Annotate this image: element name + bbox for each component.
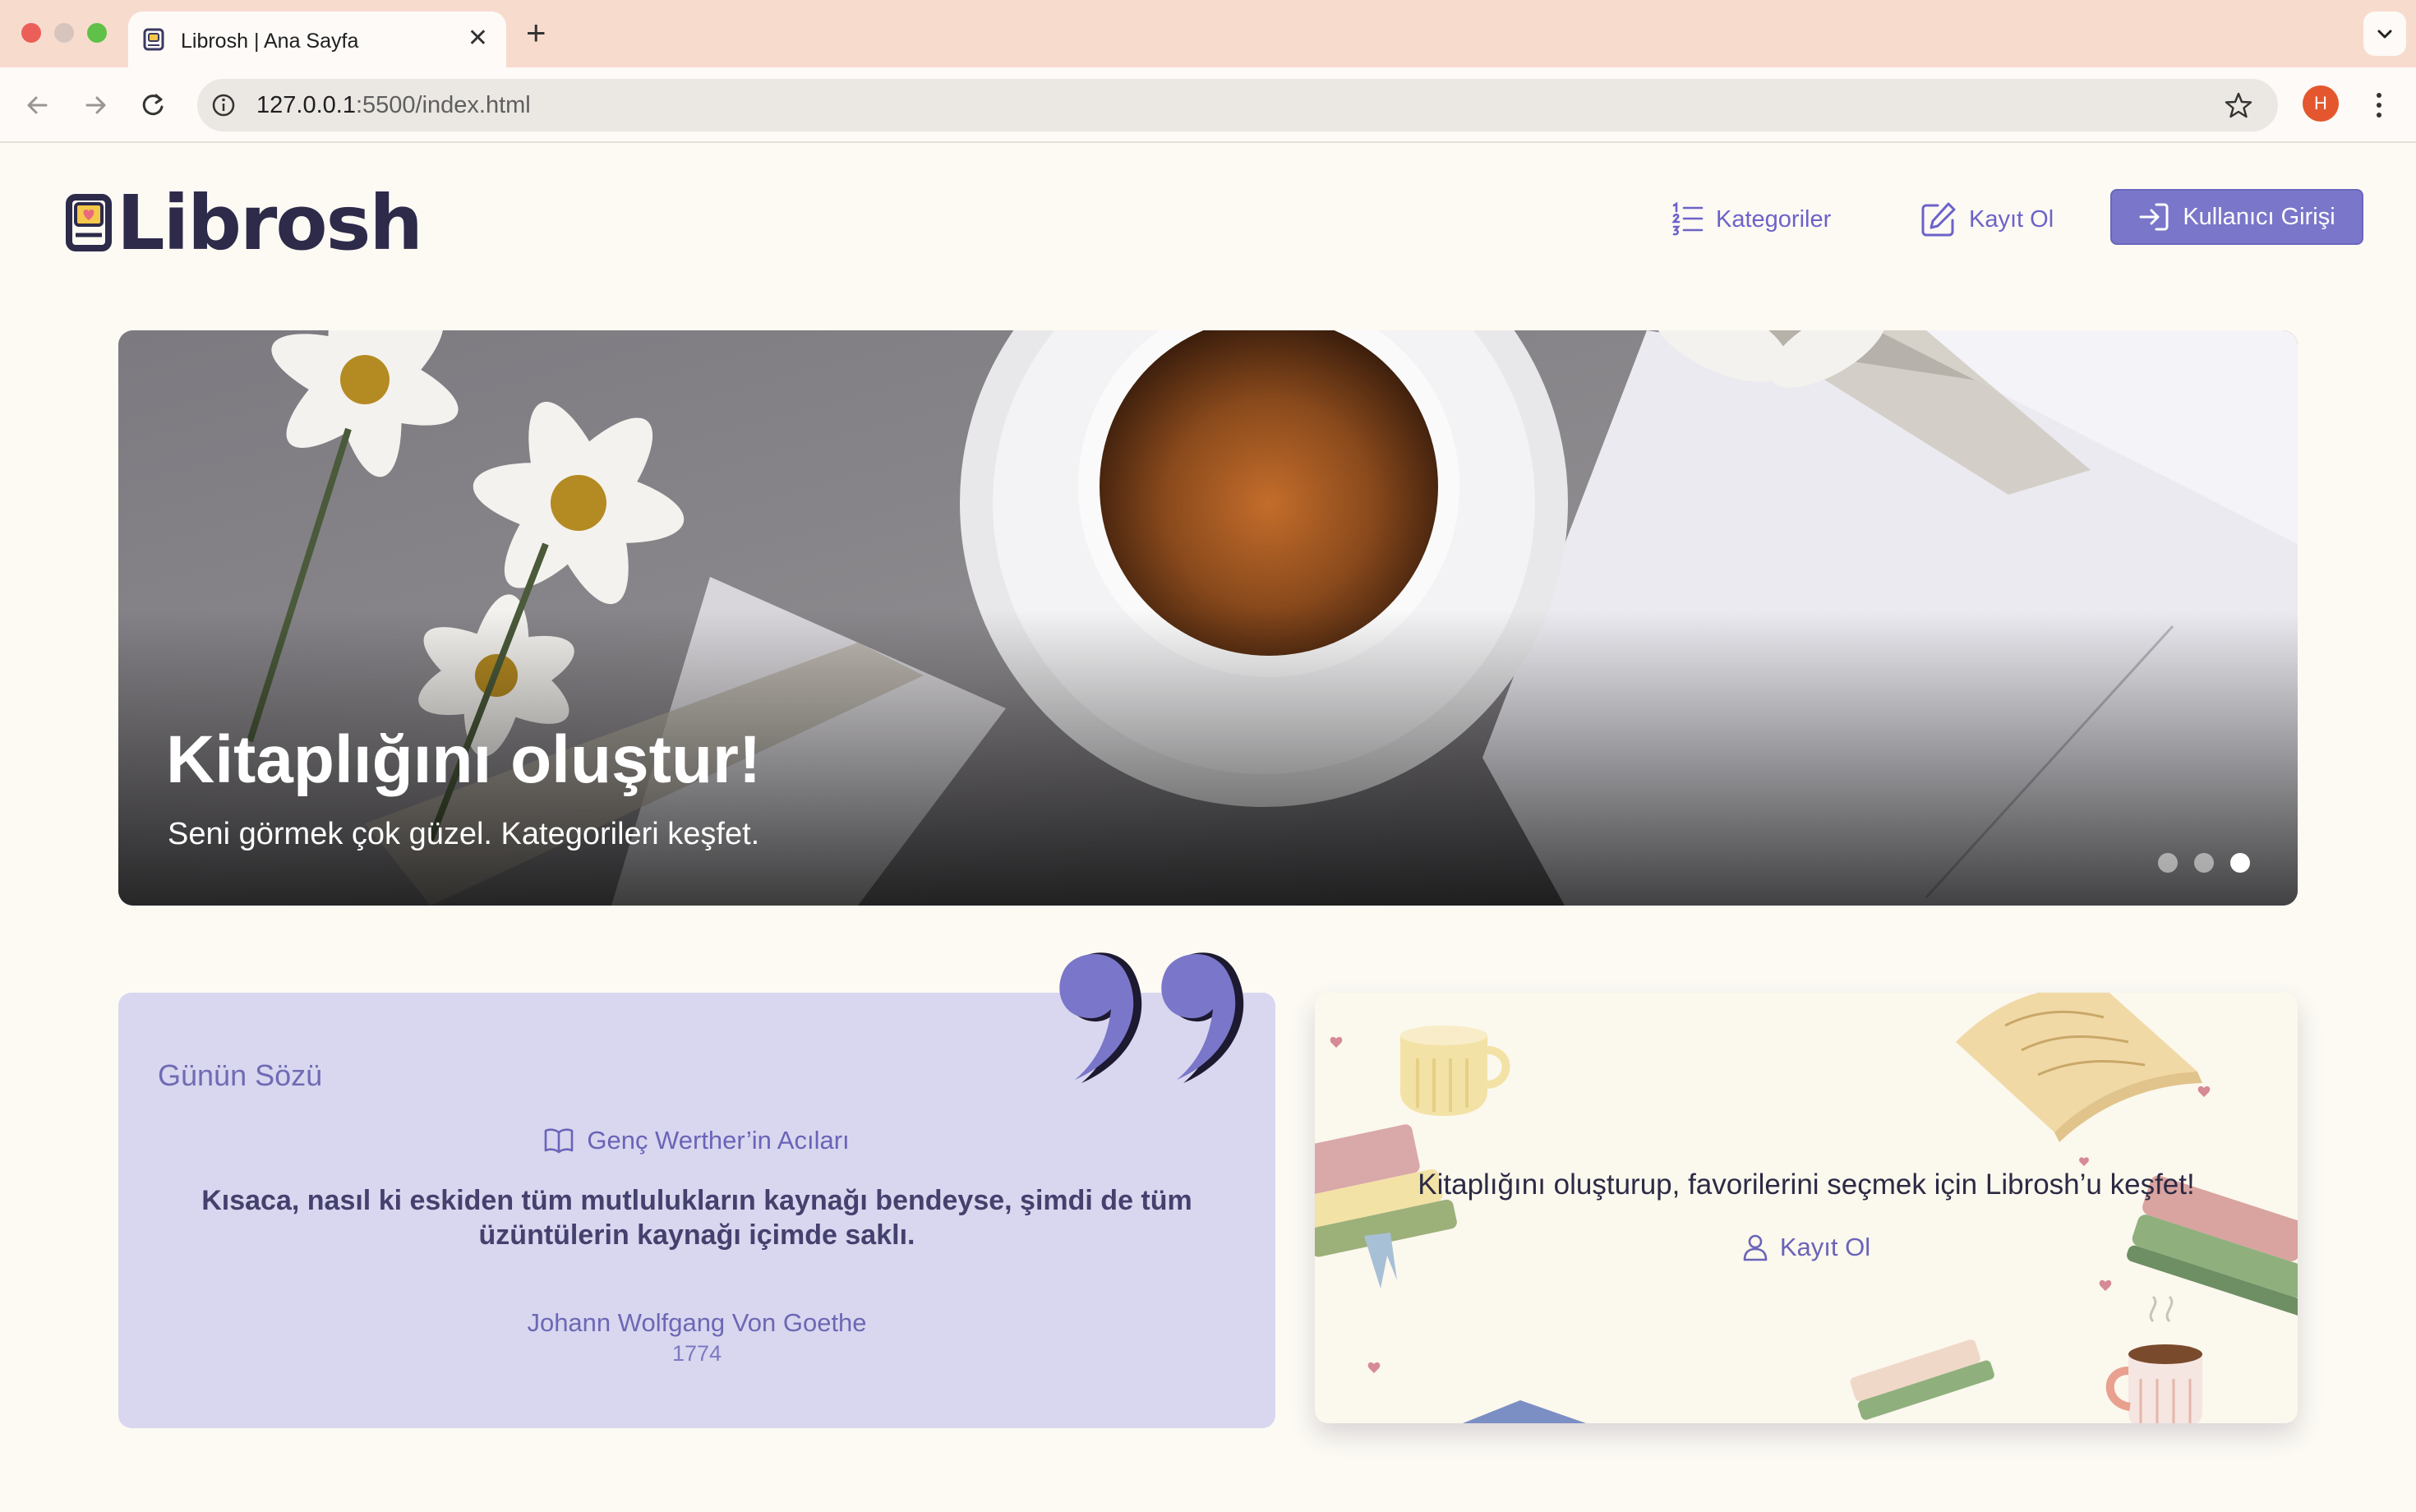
quote-author: Johann Wolfgang Von Goethe (527, 1308, 867, 1337)
list-icon (1671, 201, 1704, 236)
browser-tab-strip: Librosh | Ana Sayfa ✕ + (0, 0, 2416, 67)
login-button-label: Kullanıcı Girişi (2183, 203, 2335, 230)
nav-categories-label: Kategoriler (1716, 205, 1832, 233)
new-tab-button[interactable]: + (526, 15, 546, 51)
chevron-down-icon (2377, 30, 2392, 39)
address-bar[interactable]: 127.0.0.1:5500/index.html (197, 79, 2278, 131)
login-button[interactable]: Kullanıcı Girişi (2110, 189, 2363, 245)
quote-text: Kısaca, nasıl ki eskiden tüm mutluluklar… (201, 1185, 1192, 1251)
nav-categories-link[interactable]: Kategoriler (1671, 191, 1831, 248)
tab-close-icon[interactable]: ✕ (468, 25, 488, 53)
browser-tab[interactable]: Librosh | Ana Sayfa ✕ (128, 12, 506, 67)
site-header: Librosh Kategoriler Kayıt Ol Kullanıcı G… (0, 145, 2416, 289)
edit-icon (1921, 202, 1956, 237)
librosh-favicon-icon (143, 28, 164, 51)
nav-register-label: Kayıt Ol (1969, 205, 2054, 233)
bookmark-star-icon[interactable] (2224, 90, 2253, 120)
site-info-icon[interactable] (209, 90, 238, 120)
nav-register-link[interactable]: Kayıt Ol (1920, 191, 2054, 248)
browser-menu-icon[interactable] (2367, 85, 2391, 125)
url-text: 127.0.0.1:5500/index.html (256, 92, 531, 118)
quote-heading: Günün Sözü (158, 1058, 323, 1092)
librosh-logo[interactable]: Librosh (66, 177, 423, 268)
minimize-window-button[interactable] (54, 23, 74, 43)
quote-year: 1774 (671, 1341, 722, 1366)
carousel-dot-2[interactable] (2194, 853, 2214, 873)
tab-search-button[interactable] (2363, 12, 2406, 56)
back-arrow-icon[interactable] (20, 87, 56, 123)
hero-title: Kitaplığını oluştur! (166, 722, 762, 797)
hero-carousel[interactable]: Kitaplığını oluştur! Seni görmek çok güz… (118, 330, 2298, 906)
user-icon (1743, 1234, 1768, 1261)
profile-avatar[interactable]: H (2303, 85, 2339, 122)
quote-book-title: Genç Werther’in Acıları (587, 1126, 850, 1155)
maximize-window-button[interactable] (87, 23, 107, 43)
promo-text: Kitaplığını oluşturup, favorilerini seçm… (1418, 1169, 2195, 1201)
quotation-mark-icon (1059, 952, 1244, 1083)
carousel-dot-3[interactable] (2230, 853, 2250, 873)
reload-icon[interactable] (135, 87, 171, 123)
login-icon (2139, 203, 2169, 231)
promo-register-link[interactable]: Kayıt Ol (1315, 1233, 2298, 1262)
carousel-dot-1[interactable] (2158, 853, 2178, 873)
promo-register-label: Kayıt Ol (1779, 1233, 1871, 1261)
forward-arrow-icon[interactable] (77, 87, 113, 123)
tab-title: Librosh | Ana Sayfa (181, 30, 359, 53)
discover-promo-card: Kitaplığını oluşturup, favorilerini seçm… (1315, 993, 2298, 1423)
books-and-tea-illustration (1315, 993, 2298, 1423)
book-heart-logo-icon (66, 194, 112, 251)
close-window-button[interactable] (21, 23, 41, 43)
quote-book[interactable]: Genç Werther’in Acıları (118, 1126, 1275, 1155)
hero-subtitle: Seni görmek çok güzel. Kategorileri keşf… (168, 817, 760, 851)
carousel-indicators (2158, 853, 2250, 873)
open-book-icon (545, 1128, 574, 1154)
browser-toolbar: 127.0.0.1:5500/index.html H (0, 67, 2416, 143)
logo-text: Librosh (117, 178, 423, 267)
